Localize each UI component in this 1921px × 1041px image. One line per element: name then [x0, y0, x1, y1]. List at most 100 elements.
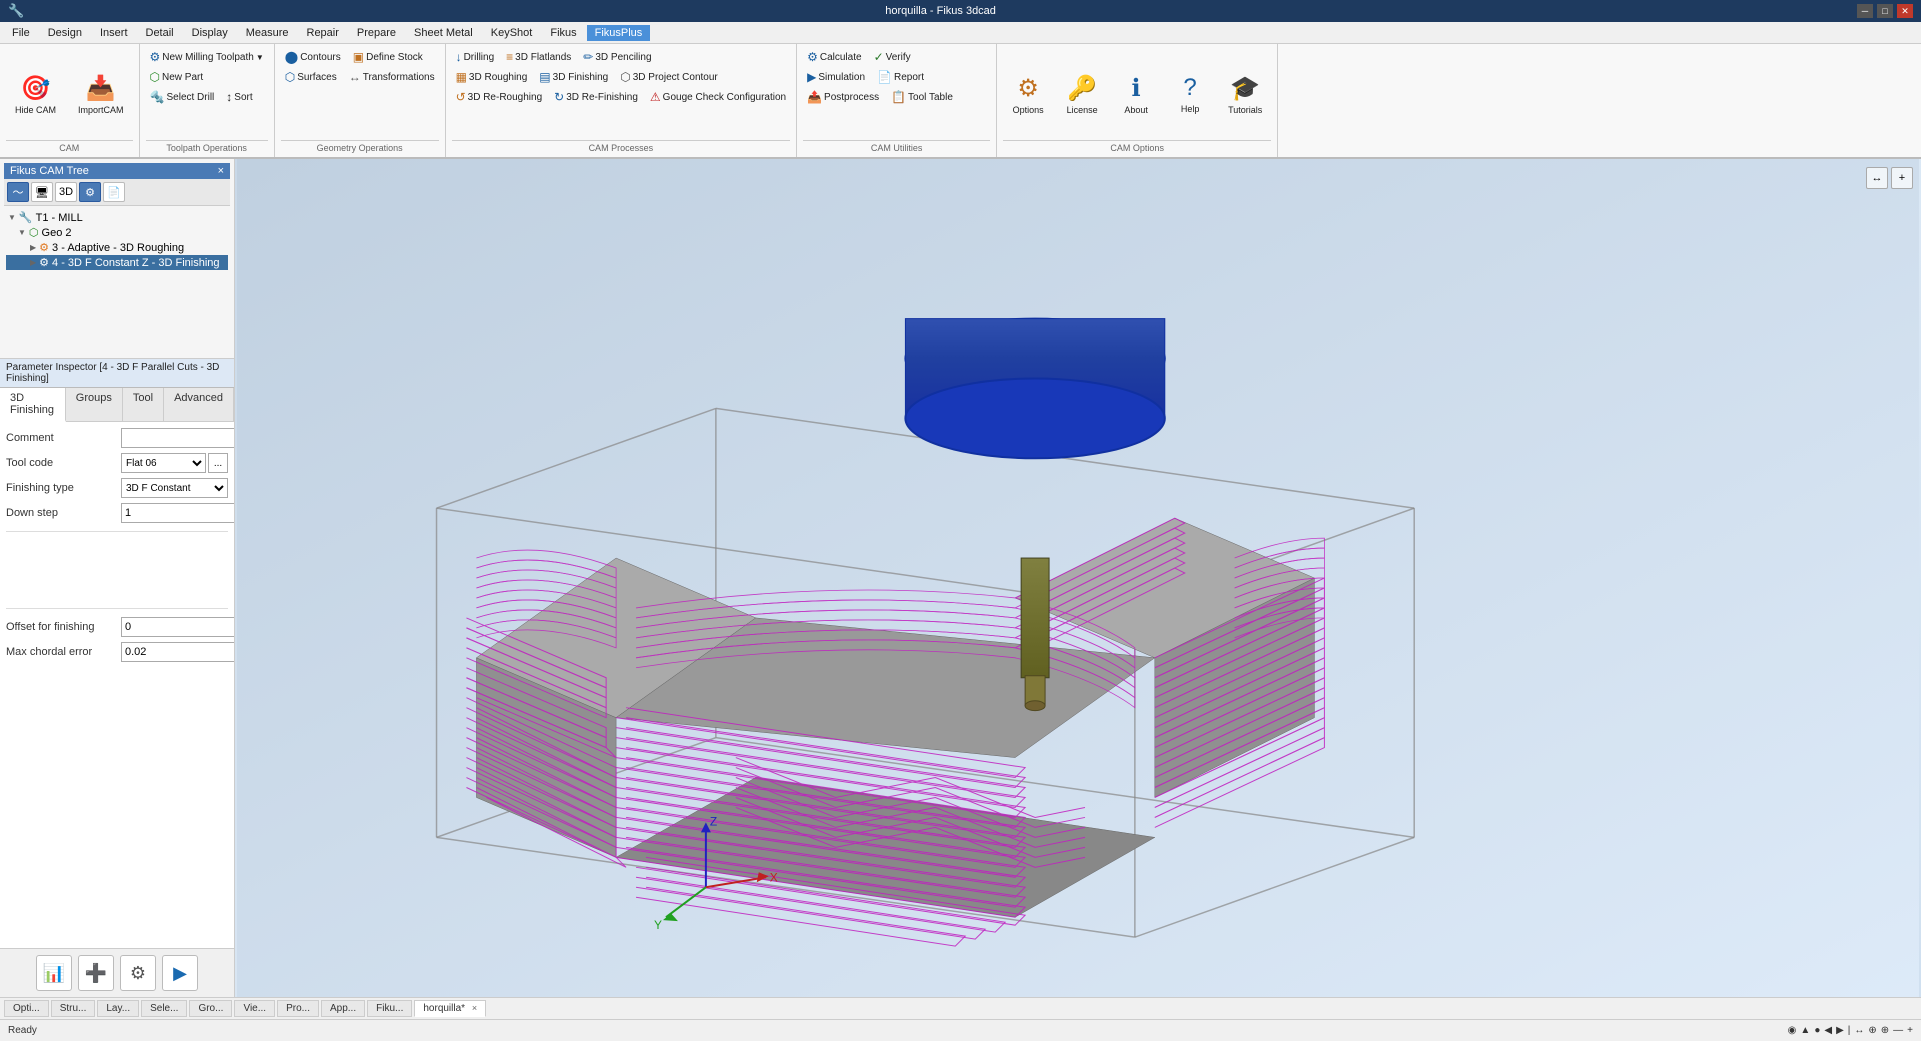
tool-code-select[interactable]: Flat 06: [121, 453, 206, 473]
settings-action-button[interactable]: ⚙: [120, 955, 156, 991]
finishing-type-select[interactable]: 3D F Constant: [121, 478, 228, 498]
sort-button[interactable]: ↕ Sort: [222, 88, 256, 106]
cam-tree-close[interactable]: ×: [218, 165, 224, 177]
tab-tool[interactable]: Tool: [123, 388, 164, 421]
help-button[interactable]: ? Help: [1165, 69, 1215, 119]
tree-toolbar-3d-btn[interactable]: 3D: [55, 182, 77, 202]
transformations-button[interactable]: ↔ Transformations: [345, 68, 439, 86]
comment-input[interactable]: [121, 428, 234, 448]
3d-flatlands-button[interactable]: ≡ 3D Flatlands: [502, 48, 575, 66]
constantz-icon: ⚙: [39, 256, 49, 269]
drilling-button[interactable]: ↓ Drilling: [452, 48, 499, 66]
offset-finishing-input[interactable]: [121, 617, 234, 637]
minimize-button[interactable]: ─: [1857, 4, 1873, 18]
3d-refinishing-button[interactable]: ↻ 3D Re-Finishing: [550, 88, 642, 106]
gouge-check-button[interactable]: ⚠ Gouge Check Configuration: [646, 88, 790, 106]
3d-roughing-button[interactable]: ▦ 3D Roughing: [452, 68, 532, 86]
tree-toolbar-cam-btn[interactable]: ⚙: [79, 182, 101, 202]
3d-finishing-button[interactable]: ▤ 3D Finishing: [535, 68, 612, 86]
menu-fikus[interactable]: Fikus: [542, 25, 584, 41]
sort-icon: ↕: [226, 90, 232, 104]
status-icon-7[interactable]: ⊕: [1868, 1025, 1876, 1036]
postprocess-button[interactable]: 📤 Postprocess: [803, 88, 883, 106]
import-cam-button[interactable]: 📥 ImportCAM: [69, 69, 133, 120]
menu-design[interactable]: Design: [40, 25, 90, 41]
tool-table-button[interactable]: 📋 Tool Table: [887, 88, 957, 106]
hide-cam-button[interactable]: 🎯 Hide CAM: [6, 69, 65, 120]
3d-project-contour-button[interactable]: ⬡ 3D Project Contour: [616, 68, 722, 86]
tab-app[interactable]: App...: [321, 1000, 365, 1017]
statusbar: Ready ◉ ▲ ● ◀ ▶ | ↔ ⊕ ⊕ — +: [0, 1019, 1921, 1041]
contours-button[interactable]: ⬤ Contours: [281, 48, 345, 66]
menu-insert[interactable]: Insert: [92, 25, 136, 41]
status-icon-6[interactable]: ↔: [1854, 1025, 1864, 1036]
menu-sheet-metal[interactable]: Sheet Metal: [406, 25, 481, 41]
options-button[interactable]: ⚙ Options: [1003, 69, 1053, 120]
tab-fiku[interactable]: Fiku...: [367, 1000, 412, 1017]
new-milling-toolpath-button[interactable]: ⚙ New Milling Toolpath ▼: [146, 48, 268, 66]
tab-3d-finishing[interactable]: 3D Finishing: [0, 388, 66, 422]
tab-lay[interactable]: Lay...: [97, 1000, 139, 1017]
simulate-action-button[interactable]: ▶: [162, 955, 198, 991]
tool-code-browse-button[interactable]: ...: [208, 453, 228, 473]
tree-toolbar-screen-btn[interactable]: 🖥: [31, 182, 53, 202]
viewport-icon-2[interactable]: +: [1891, 167, 1913, 189]
status-icon-9[interactable]: —: [1893, 1025, 1903, 1036]
tab-groups[interactable]: Groups: [66, 388, 123, 421]
status-icon-5[interactable]: ▶: [1836, 1025, 1844, 1036]
select-drill-button[interactable]: 🔩 Select Drill: [146, 88, 219, 106]
tab-pro[interactable]: Pro...: [277, 1000, 319, 1017]
maximize-button[interactable]: □: [1877, 4, 1893, 18]
status-icon-4[interactable]: ◀: [1824, 1025, 1832, 1036]
max-chordal-error-input[interactable]: [121, 642, 234, 662]
add-operation-button[interactable]: ➕: [78, 955, 114, 991]
menu-file[interactable]: File: [4, 25, 38, 41]
close-button[interactable]: ✕: [1897, 4, 1913, 18]
status-icon-8[interactable]: ⊕: [1881, 1025, 1889, 1036]
status-icon-1[interactable]: ◉: [1788, 1025, 1797, 1036]
status-icon-2[interactable]: ▲: [1800, 1025, 1810, 1036]
tab-sele[interactable]: Sele...: [141, 1000, 187, 1017]
menu-repair[interactable]: Repair: [299, 25, 347, 41]
down-step-input[interactable]: [121, 503, 234, 523]
define-stock-button[interactable]: ▣ Define Stock: [349, 48, 427, 66]
viewport[interactable]: Z X Y ↔ +: [235, 159, 1921, 997]
tab-advanced[interactable]: Advanced: [164, 388, 234, 421]
menu-fikusplus[interactable]: FikusPlus: [587, 25, 651, 41]
tree-item-geo2[interactable]: ▼ ⬡ Geo 2: [6, 225, 228, 240]
new-part-button[interactable]: ⬡ New Part: [146, 68, 268, 86]
tab-vie[interactable]: Vie...: [234, 1000, 275, 1017]
3d-reroughing-button[interactable]: ↺ 3D Re-Roughing: [452, 88, 547, 106]
menu-keyshot[interactable]: KeyShot: [483, 25, 541, 41]
3d-penciling-button[interactable]: ✏ 3D Penciling: [579, 48, 655, 66]
tab-gro[interactable]: Gro...: [189, 1000, 232, 1017]
simulation-button[interactable]: ▶ Simulation: [803, 68, 869, 86]
surfaces-button[interactable]: ⬡ Surfaces: [281, 68, 341, 86]
tree-toolbar-doc-btn[interactable]: 📄: [103, 182, 125, 202]
status-icon-10[interactable]: +: [1907, 1025, 1913, 1036]
tree-item-adaptive[interactable]: ▶ ⚙ 3 - Adaptive - 3D Roughing: [6, 240, 228, 255]
verify-button[interactable]: ✓ Verify: [870, 48, 915, 66]
tree-item-t1-mill[interactable]: ▼ 🔧 T1 - MILL: [6, 210, 228, 225]
new-milling-dropdown-icon[interactable]: ▼: [256, 53, 264, 62]
report-button[interactable]: 📄 Report: [873, 68, 928, 86]
tree-toolbar-curve-btn[interactable]: 〜: [7, 182, 29, 202]
tab-stru[interactable]: Stru...: [51, 1000, 96, 1017]
tab-horquilla-close[interactable]: ×: [472, 1003, 477, 1013]
menu-display[interactable]: Display: [184, 25, 236, 41]
tab-opti[interactable]: Opti...: [4, 1000, 49, 1017]
viewport-icon-1[interactable]: ↔: [1866, 167, 1888, 189]
3d-scene[interactable]: Z X Y ↔ +: [235, 159, 1921, 997]
tree-item-constant-z[interactable]: ▶ ⚙ 4 - 3D F Constant Z - 3D Finishing: [6, 255, 228, 270]
add-operation-icon: ➕: [85, 963, 107, 984]
menu-measure[interactable]: Measure: [238, 25, 297, 41]
calculate-button[interactable]: ⚙ Calculate: [803, 48, 865, 66]
license-button[interactable]: 🔑 License: [1057, 69, 1107, 120]
status-icon-3[interactable]: ●: [1814, 1025, 1820, 1036]
tab-horquilla[interactable]: horquilla* ×: [414, 1000, 486, 1017]
menu-prepare[interactable]: Prepare: [349, 25, 404, 41]
menu-detail[interactable]: Detail: [138, 25, 182, 41]
calculate-action-button[interactable]: 📊: [36, 955, 72, 991]
about-button[interactable]: ℹ About: [1111, 69, 1161, 120]
tutorials-button[interactable]: 🎓 Tutorials: [1219, 69, 1271, 120]
